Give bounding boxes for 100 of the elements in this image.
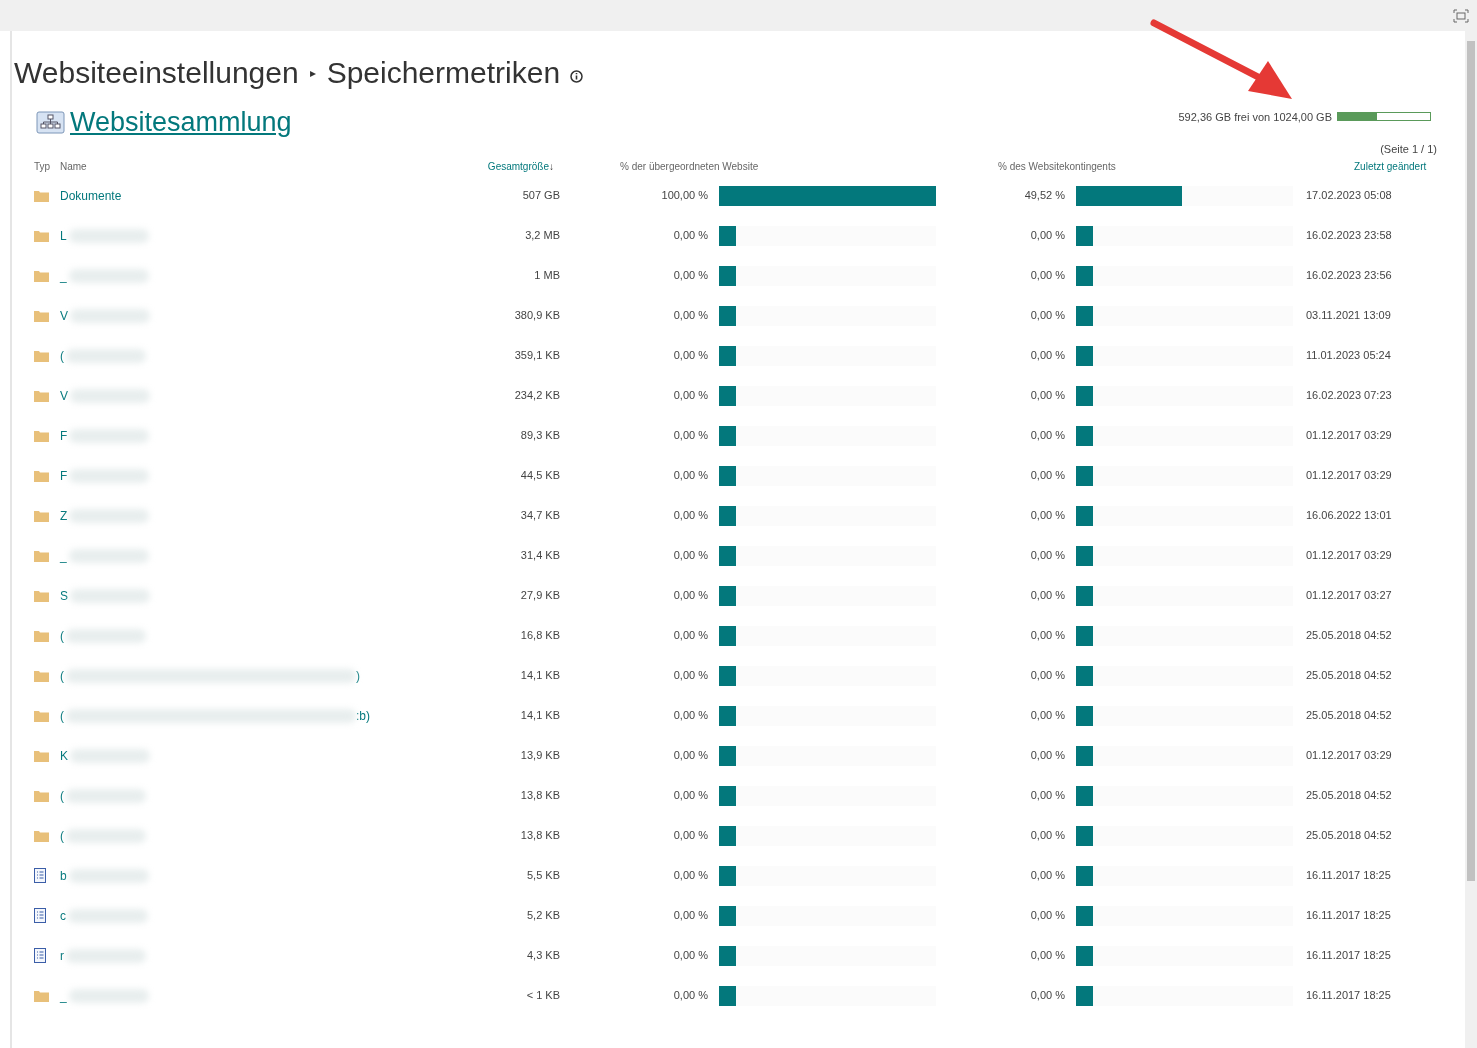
percent-value: 0,00 % <box>673 708 708 724</box>
percent-value: 0,00 % <box>673 468 708 484</box>
percent-value: 0,00 % <box>673 388 708 404</box>
date-value: 16.02.2023 23:58 <box>1306 228 1392 244</box>
folder-icon <box>34 309 49 322</box>
percent-value: 0,00 % <box>1030 908 1065 924</box>
percent-value: 0,00 % <box>673 988 708 1004</box>
percent-value: 0,00 % <box>1030 308 1065 324</box>
size-value: 31,4 KB <box>520 548 560 564</box>
item-name-link[interactable]: _ <box>60 546 67 565</box>
date-value: 25.05.2018 04:52 <box>1306 708 1392 724</box>
folder-icon <box>34 269 49 282</box>
item-name-link[interactable]: F <box>60 466 68 485</box>
size-value: < 1 KB <box>526 988 560 1004</box>
date-value: 03.11.2021 13:09 <box>1306 308 1391 324</box>
item-name-link[interactable]: K <box>60 746 68 765</box>
item-name-link[interactable]: _ <box>60 986 67 1005</box>
percent-value: 0,00 % <box>1030 268 1065 284</box>
folder-icon <box>34 229 49 242</box>
document-icon <box>34 948 46 963</box>
percent-value: 0,00 % <box>1030 348 1065 364</box>
date-value: 25.05.2018 04:52 <box>1306 828 1392 844</box>
fullscreen-icon[interactable] <box>1453 8 1469 23</box>
folder-icon <box>34 989 49 1002</box>
item-name-link[interactable]: ( <box>60 826 64 845</box>
document-icon <box>34 868 46 883</box>
size-value: 507 GB <box>522 188 560 204</box>
size-value: 13,8 KB <box>520 788 560 804</box>
percent-value: 0,00 % <box>1030 748 1065 764</box>
info-icon[interactable] <box>570 69 584 83</box>
size-value: 16,8 KB <box>520 628 560 644</box>
size-value: 89,3 KB <box>520 428 560 444</box>
page-title: Speichermetriken <box>326 55 561 91</box>
date-value: 01.12.2017 03:27 <box>1306 588 1392 604</box>
date-value: 16.11.2017 18:25 <box>1306 868 1391 884</box>
percent-value: 0,00 % <box>673 748 708 764</box>
folder-icon <box>34 749 49 762</box>
column-header[interactable]: Zuletzt geändert <box>1354 159 1427 174</box>
item-name-link[interactable]: b <box>60 866 67 885</box>
item-name-link[interactable]: Dokumente <box>60 186 122 205</box>
percent-value: 0,00 % <box>1030 668 1065 684</box>
size-value: 5,5 KB <box>526 868 560 884</box>
breadcrumb-link[interactable]: Websiteeinstellungen <box>14 53 299 93</box>
date-value: 11.01.2023 05:24 <box>1306 348 1391 364</box>
folder-icon <box>34 349 49 362</box>
scrollbar-thumb[interactable] <box>1467 41 1475 881</box>
item-name-link[interactable]: _ <box>60 266 67 285</box>
date-value: 16.02.2023 23:56 <box>1306 268 1392 284</box>
column-header[interactable]: Gesamtgröße <box>487 159 549 174</box>
percent-value: 0,00 % <box>1030 708 1065 724</box>
folder-icon <box>34 469 49 482</box>
item-name-link[interactable]: F <box>60 426 68 445</box>
percent-value: 0,00 % <box>673 668 708 684</box>
size-value: 1 MB <box>534 268 560 284</box>
percent-value: 0,00 % <box>1030 228 1065 244</box>
percent-value: 49,52 % <box>1024 188 1065 204</box>
percent-value: 100,00 % <box>661 188 708 204</box>
folder-icon <box>34 429 49 442</box>
percent-value: 0,00 % <box>673 588 708 604</box>
item-name-link[interactable]: ) <box>356 666 360 685</box>
item-name-link[interactable]: ( <box>60 626 64 645</box>
date-value: 01.12.2017 03:29 <box>1306 468 1392 484</box>
item-name-link[interactable]: V <box>60 306 68 325</box>
item-name-link[interactable]: Z <box>60 506 68 525</box>
folder-icon <box>34 789 49 802</box>
site-collection-link[interactable]: Websitesammlung <box>70 105 292 139</box>
breadcrumb-separator: ▸ <box>309 65 316 82</box>
item-name-link[interactable]: r <box>60 946 64 965</box>
item-name-link[interactable]: ( <box>60 786 64 805</box>
document-icon <box>34 908 46 923</box>
date-value: 01.12.2017 03:29 <box>1306 428 1392 444</box>
percent-value: 0,00 % <box>1030 628 1065 644</box>
percent-value: 0,00 % <box>1030 588 1065 604</box>
percent-value: 0,00 % <box>673 348 708 364</box>
folder-icon <box>34 549 49 562</box>
item-name-link[interactable]: :b) <box>356 706 370 725</box>
date-value: 25.05.2018 04:52 <box>1306 628 1392 644</box>
date-value: 25.05.2018 04:52 <box>1306 668 1392 684</box>
item-name-link[interactable]: ( <box>60 346 64 365</box>
percent-value: 0,00 % <box>1030 388 1065 404</box>
percent-value: 0,00 % <box>673 428 708 444</box>
item-name-link[interactable]: V <box>60 386 68 405</box>
column-header: % des Websitekontingents <box>998 161 1116 172</box>
item-name-link[interactable]: ( <box>60 666 64 685</box>
percent-value: 0,00 % <box>673 868 708 884</box>
date-value: 16.11.2017 18:25 <box>1306 908 1391 924</box>
size-value: 234,2 KB <box>514 388 560 404</box>
folder-icon <box>34 509 49 522</box>
column-header: Name <box>60 161 87 172</box>
percent-value: 0,00 % <box>1030 508 1065 524</box>
size-value: 27,9 KB <box>520 588 560 604</box>
item-name-link[interactable]: c <box>60 906 66 925</box>
percent-value: 0,00 % <box>673 828 708 844</box>
column-header: % der übergeordneten Website <box>620 161 759 172</box>
sort-arrow-icon: ↓ <box>549 159 554 174</box>
size-value: 14,1 KB <box>520 708 560 724</box>
item-name-link[interactable]: ( <box>60 706 64 725</box>
folder-icon <box>34 709 49 722</box>
item-name-link[interactable]: S <box>60 586 68 605</box>
item-name-link[interactable]: L <box>60 226 67 245</box>
